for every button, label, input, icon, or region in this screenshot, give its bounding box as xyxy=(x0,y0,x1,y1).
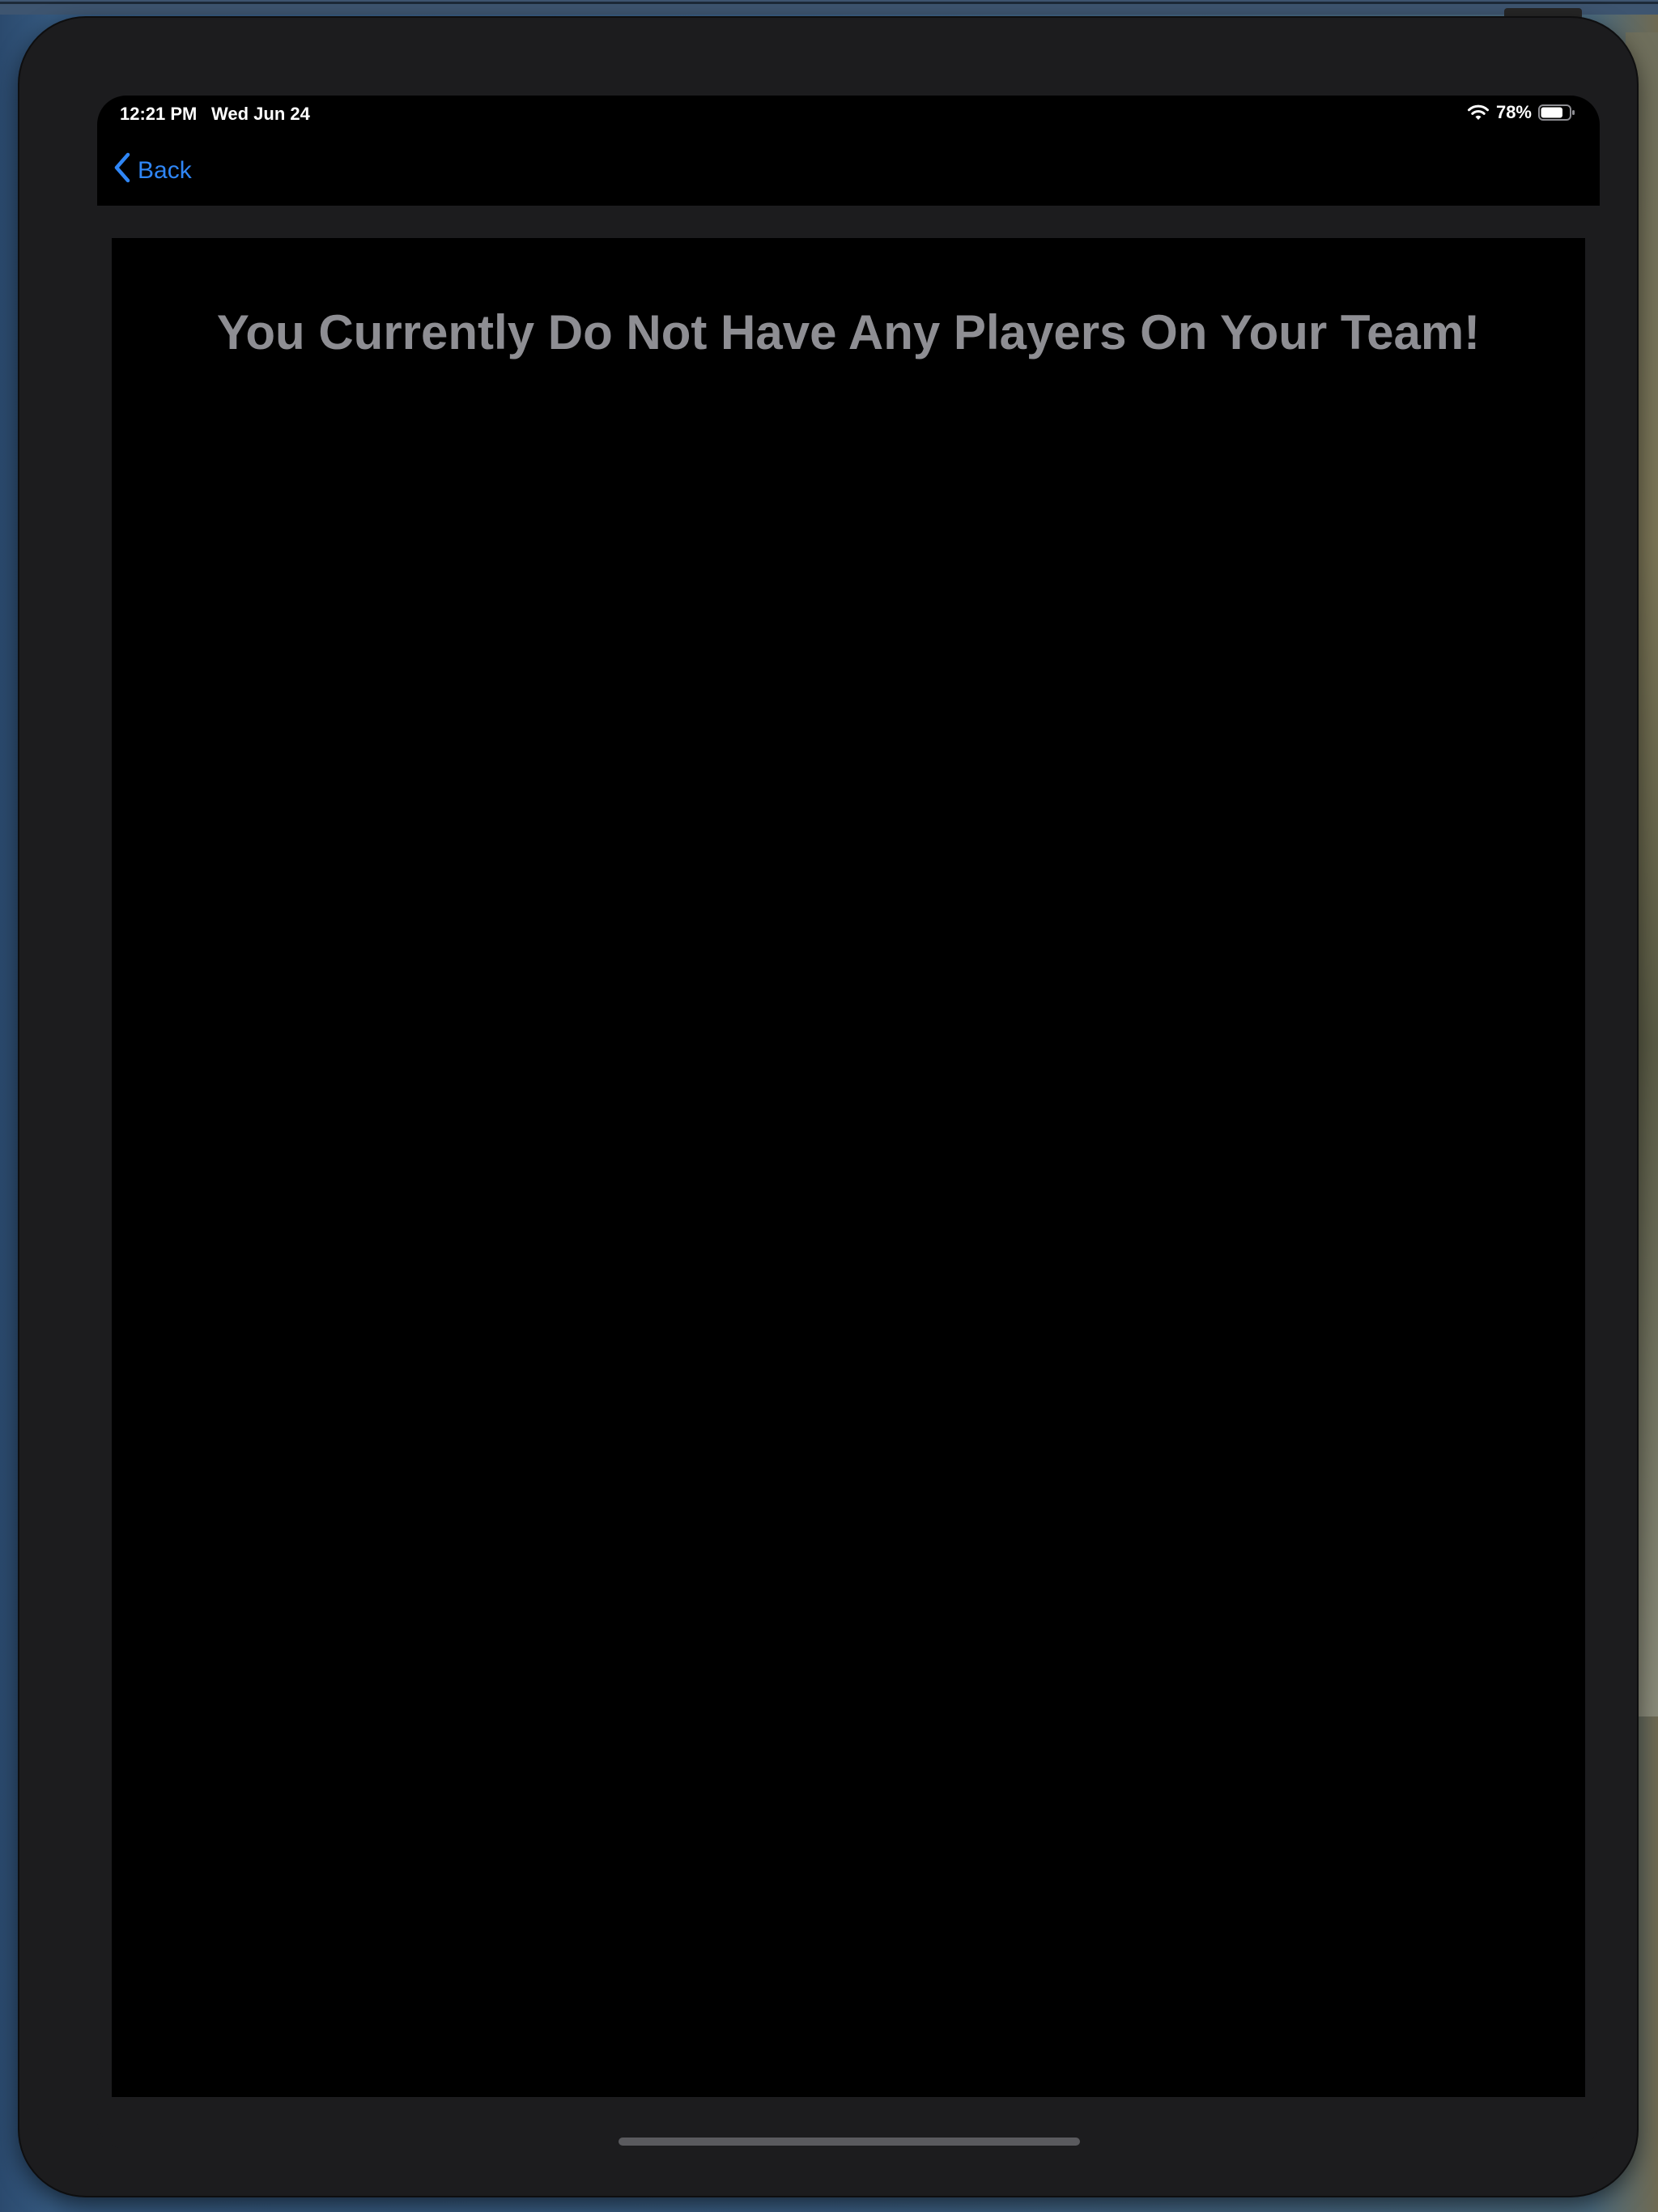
desktop-divider xyxy=(0,2,1658,4)
team-players-view: You Currently Do Not Have Any Players On… xyxy=(112,238,1585,2097)
battery-icon xyxy=(1538,104,1575,121)
empty-state-message: You Currently Do Not Have Any Players On… xyxy=(216,305,1481,359)
battery-percentage: 78% xyxy=(1495,102,1532,122)
status-time: 12:21 PM xyxy=(120,104,198,124)
ipad-simulator-frame: 12:21 PM Wed Jun 24 78% Back You Current… xyxy=(19,18,1637,2196)
chevron-left-icon xyxy=(113,152,131,189)
navigation-bar: 12:21 PM Wed Jun 24 78% Back xyxy=(97,96,1600,206)
status-date: Wed Jun 24 xyxy=(211,104,310,124)
back-button[interactable]: Back xyxy=(113,152,192,189)
home-indicator[interactable] xyxy=(619,2138,1080,2146)
status-indicators: 78% xyxy=(1467,102,1575,123)
device-screen: 12:21 PM Wed Jun 24 78% Back You Current… xyxy=(97,96,1600,2149)
back-button-label: Back xyxy=(138,157,192,184)
wifi-icon xyxy=(1467,104,1490,121)
battery-fill xyxy=(1541,107,1562,118)
status-bar: 12:21 PM Wed Jun 24 78% xyxy=(97,96,1600,134)
